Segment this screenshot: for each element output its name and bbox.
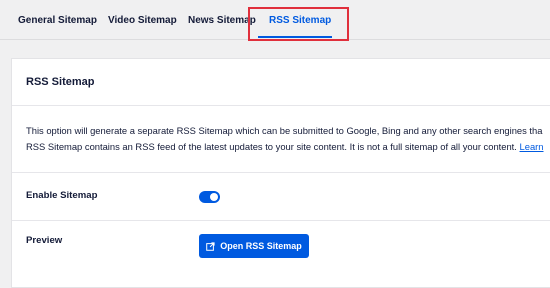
description-line-1: This option will generate a separate RSS… bbox=[26, 125, 543, 136]
tab-news-sitemap[interactable]: News Sitemap bbox=[188, 0, 256, 39]
tab-rss-sitemap[interactable]: RSS Sitemap bbox=[269, 0, 331, 39]
divider bbox=[12, 172, 550, 173]
enable-sitemap-label: Enable Sitemap bbox=[26, 190, 98, 201]
open-rss-sitemap-label: Open RSS Sitemap bbox=[220, 241, 302, 251]
toggle-knob bbox=[210, 193, 218, 201]
enable-sitemap-toggle[interactable] bbox=[199, 191, 220, 203]
preview-label: Preview bbox=[26, 235, 63, 246]
external-link-icon bbox=[206, 241, 215, 251]
tab-video-sitemap[interactable]: Video Sitemap bbox=[108, 0, 177, 39]
open-rss-sitemap-button[interactable]: Open RSS Sitemap bbox=[199, 234, 309, 258]
description-text: This option will generate a separate RSS… bbox=[26, 123, 550, 155]
learn-more-link[interactable]: Learn bbox=[520, 141, 544, 152]
description-line-2: RSS Sitemap contains an RSS feed of the … bbox=[26, 139, 550, 155]
active-tab-indicator bbox=[258, 36, 332, 38]
sitemap-tabs: General Sitemap Video Sitemap News Sitem… bbox=[0, 0, 550, 40]
description-line-2-text: RSS Sitemap contains an RSS feed of the … bbox=[26, 141, 517, 152]
tab-general-sitemap[interactable]: General Sitemap bbox=[18, 0, 97, 39]
divider bbox=[12, 105, 550, 106]
divider bbox=[12, 220, 550, 221]
card-title: RSS Sitemap bbox=[26, 76, 95, 88]
